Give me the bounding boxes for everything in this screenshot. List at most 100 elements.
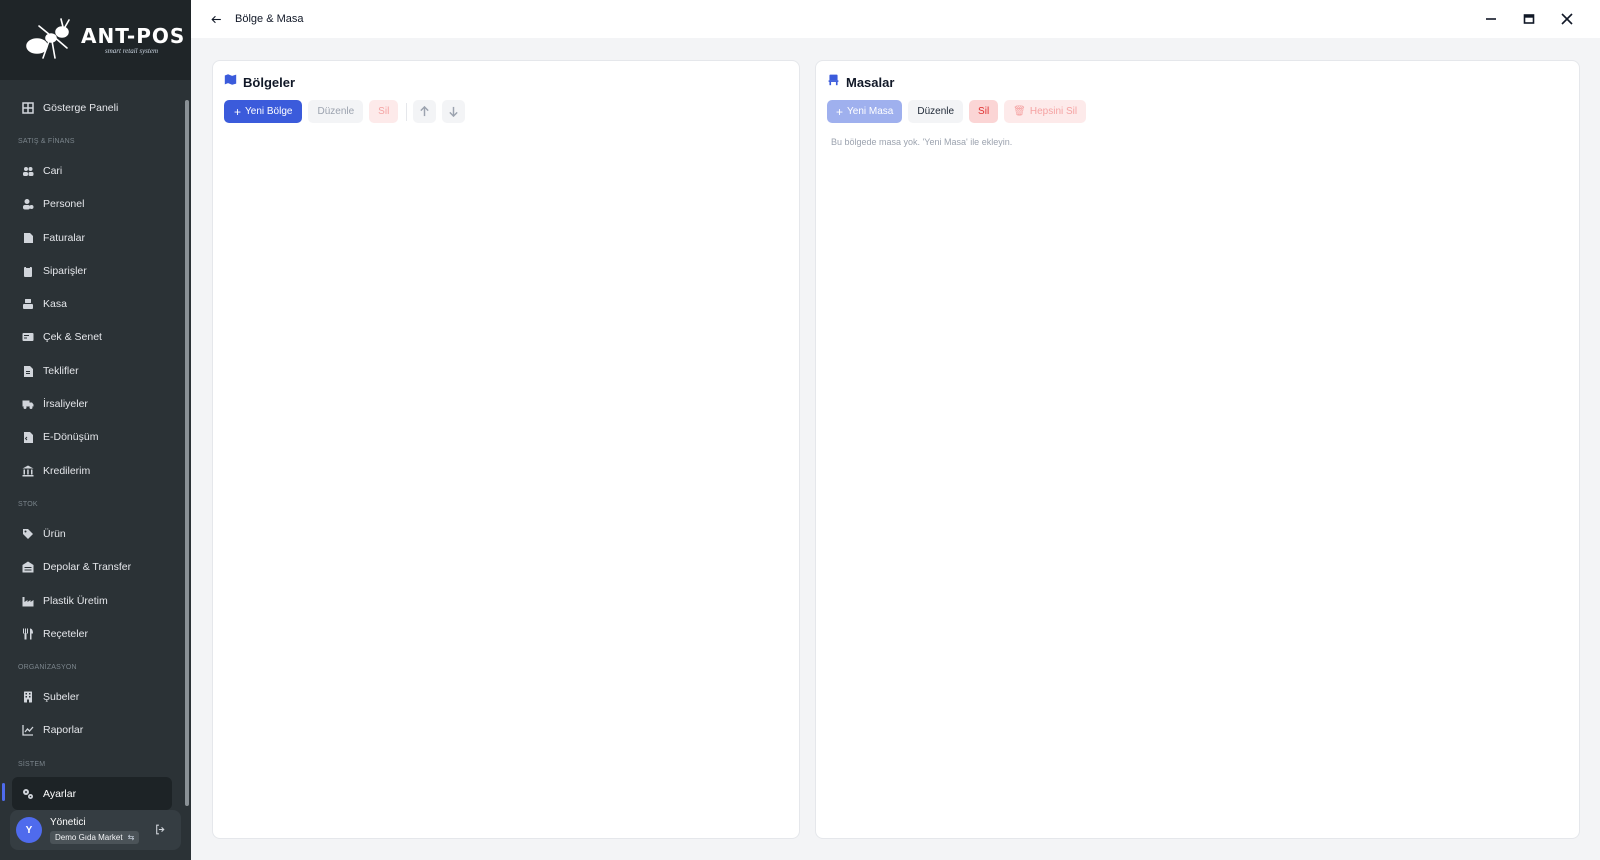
sidebar: ANT-POS smart retail system Gösterge Pan… xyxy=(0,0,191,860)
tag-icon xyxy=(22,528,34,540)
bank-icon xyxy=(22,465,34,477)
sidebar-item-label: Reçeteler xyxy=(43,627,88,640)
back-arrow-icon[interactable] xyxy=(209,12,223,26)
sidebar-item-label: Kasa xyxy=(43,298,67,311)
sidebar-item[interactable]: Teklifler xyxy=(12,354,172,387)
sidebar-item[interactable]: Kasa xyxy=(12,287,172,320)
industry-icon xyxy=(22,595,34,607)
sidebar-item-label: Gösterge Paneli xyxy=(43,101,119,114)
sidebar-item[interactable]: Ürün xyxy=(12,517,172,550)
sidebar-item[interactable]: E-Dönüşüm xyxy=(12,421,172,454)
ant-logo-icon xyxy=(26,18,70,59)
dashboard-icon xyxy=(22,101,34,114)
nav-section-label: STOK xyxy=(18,500,38,508)
sidebar-item[interactable]: Cari xyxy=(12,154,172,187)
regions-panel: Bölgeler + Yeni Bölge Düzenle Sil xyxy=(212,60,800,839)
page-title: Bölge & Masa xyxy=(235,13,304,25)
money-check-icon xyxy=(22,331,34,343)
gears-icon xyxy=(22,788,34,800)
trash-icon: 🗑 xyxy=(1013,106,1026,117)
clipboard-icon xyxy=(22,265,34,277)
nav-section-label: SATIŞ & FİNANS xyxy=(18,137,75,145)
file-code-icon xyxy=(22,431,34,444)
tables-toolbar: + Yeni Masa Düzenle Sil 🗑 Hepsini Sil xyxy=(827,100,1092,123)
sidebar-scrollbar[interactable] xyxy=(185,100,189,806)
sidebar-item-label: Raporlar xyxy=(43,724,84,737)
user-name: Yönetici xyxy=(50,816,86,828)
document-icon xyxy=(22,365,34,377)
top-bar: Bölge & Masa xyxy=(191,0,1600,38)
regions-title: Bölgeler xyxy=(243,74,296,90)
move-up-icon[interactable] xyxy=(413,100,437,123)
edit-region-button[interactable]: Düzenle xyxy=(308,100,364,123)
chair-icon xyxy=(827,73,840,91)
sidebar-item[interactable]: İrsaliyeler xyxy=(12,387,172,420)
delete-all-tables-button[interactable]: 🗑 Hepsini Sil xyxy=(1004,100,1087,123)
sidebar-item[interactable]: Kredilerim xyxy=(12,454,172,487)
logo-subtitle: smart retail system xyxy=(105,47,159,55)
nav-section-label: ORGANİZASYON xyxy=(18,663,77,671)
app-logo: ANT-POS smart retail system xyxy=(0,0,191,80)
sidebar-item[interactable]: Ayarlar xyxy=(12,777,172,811)
sidebar-item-label: Kredilerim xyxy=(43,464,91,477)
sidebar-item-label: Ayarlar xyxy=(43,787,77,800)
warehouse-icon xyxy=(22,561,34,573)
sidebar-item-label: İrsaliyeler xyxy=(43,398,88,411)
truck-icon xyxy=(22,398,34,410)
map-icon xyxy=(224,73,237,91)
maximize-icon[interactable] xyxy=(1510,0,1548,38)
plus-icon: + xyxy=(234,104,242,119)
invoice-icon xyxy=(22,232,34,244)
sidebar-item-label: E-Dönüşüm xyxy=(43,431,99,444)
sidebar-item-label: Ürün xyxy=(43,527,66,540)
minimize-icon[interactable] xyxy=(1472,0,1510,38)
new-region-button[interactable]: + Yeni Bölge xyxy=(224,100,303,123)
sidebar-item-label: Cari xyxy=(43,164,63,177)
toolbar-divider xyxy=(406,102,408,121)
plus-icon: + xyxy=(836,104,844,119)
sidebar-nav: Gösterge Paneli SATIŞ & FİNANS Cari Persone… xyxy=(12,91,172,811)
building-icon xyxy=(22,691,34,703)
edit-table-button[interactable]: Düzenle xyxy=(908,100,964,123)
sidebar-item[interactable]: Depolar & Transfer xyxy=(12,551,172,584)
new-table-button[interactable]: + Yeni Masa xyxy=(827,100,903,123)
sidebar-item[interactable]: Şubeler xyxy=(12,680,172,713)
sidebar-item-label: Faturalar xyxy=(43,231,86,244)
sidebar-item[interactable]: Plastik Üretim xyxy=(12,584,172,617)
company-switcher[interactable]: Demo Gıda Market ⇆ xyxy=(50,830,140,844)
chart-line-icon xyxy=(22,724,34,737)
user-gear-icon xyxy=(22,198,34,210)
sidebar-item[interactable]: Reçeteler xyxy=(12,617,172,650)
active-indicator xyxy=(2,783,5,801)
sidebar-item-label: Plastik Üretim xyxy=(43,594,108,607)
sidebar-item[interactable]: Personel xyxy=(12,188,172,221)
company-name: Demo Gıda Market xyxy=(55,832,123,842)
tables-title: Masalar xyxy=(846,74,895,90)
sidebar-item[interactable]: Siparişler xyxy=(12,254,172,287)
sidebar-item-label: Çek & Senet xyxy=(43,331,102,344)
tables-panel: Masalar + Yeni Masa Düzenle Sil 🗑 Hepsin… xyxy=(815,60,1580,839)
user-box[interactable]: Y Yönetici Demo Gıda Market ⇆ xyxy=(10,810,181,850)
logo-title: ANT-POS xyxy=(81,24,186,48)
move-down-icon[interactable] xyxy=(442,100,466,123)
sidebar-item[interactable]: Raporlar xyxy=(12,714,172,747)
sidebar-item[interactable]: Faturalar xyxy=(12,221,172,254)
delete-table-button[interactable]: Sil xyxy=(969,100,999,123)
sidebar-item-label: Siparişler xyxy=(43,264,87,277)
nav-section-label: SİSTEM xyxy=(18,760,46,768)
sidebar-item[interactable]: Gösterge Paneli xyxy=(12,91,172,124)
utensils-icon xyxy=(22,628,34,640)
empty-tables-message: Bu bölgede masa yok. 'Yeni Masa' ile ekl… xyxy=(831,137,1013,147)
regions-toolbar: + Yeni Bölge Düzenle Sil xyxy=(224,100,471,123)
cash-register-icon xyxy=(22,298,34,310)
sidebar-item-label: Teklifler xyxy=(43,364,79,377)
swap-icon: ⇆ xyxy=(127,832,135,842)
sidebar-item-label: Şubeler xyxy=(43,691,80,704)
sidebar-item[interactable]: Çek & Senet xyxy=(12,321,172,354)
logout-icon[interactable] xyxy=(154,823,167,836)
avatar[interactable]: Y xyxy=(16,817,42,843)
users-icon xyxy=(22,165,34,177)
sidebar-item-label: Personel xyxy=(43,198,85,211)
delete-region-button[interactable]: Sil xyxy=(369,100,399,123)
close-icon[interactable] xyxy=(1548,0,1586,38)
